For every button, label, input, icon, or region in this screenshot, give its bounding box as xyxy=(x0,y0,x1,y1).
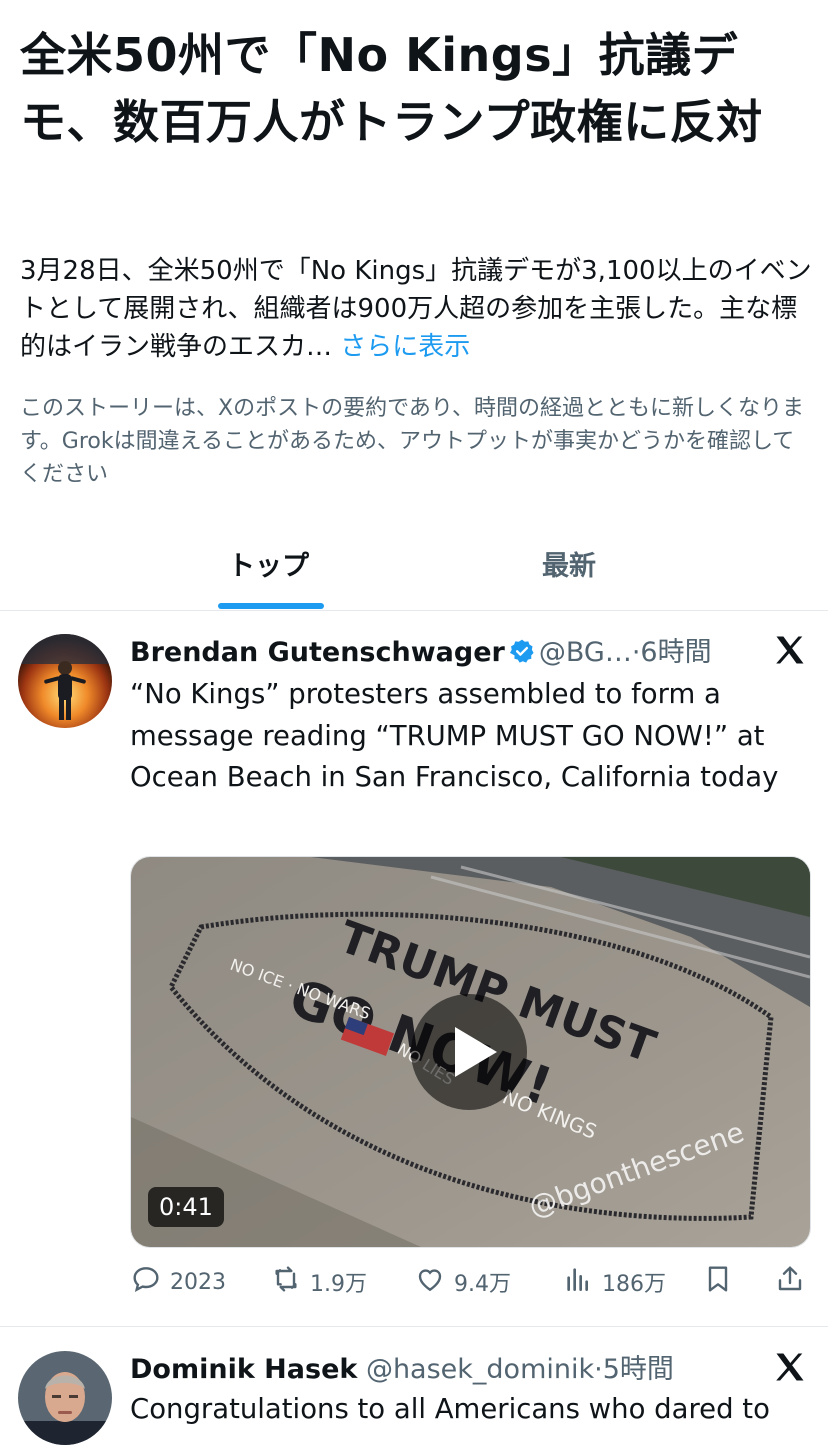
story-summary: 3月28日、全米50州で「No Kings」抗議デモが3,100以上のイベントと… xyxy=(20,252,820,366)
like-icon xyxy=(414,1263,446,1301)
x-logo-icon xyxy=(772,632,808,668)
avatar[interactable] xyxy=(18,634,112,728)
story-headline: 全米50州で「No Kings」抗議デモ、数百万人がトランプ政権に反対 xyxy=(20,28,763,149)
show-more-link[interactable]: さらに表示 xyxy=(340,332,470,362)
like-button[interactable]: 9.4万 xyxy=(414,1264,511,1300)
views-count: 186万 xyxy=(602,1272,666,1297)
views-button[interactable]: 186万 xyxy=(562,1264,666,1300)
repost-icon xyxy=(270,1263,302,1301)
author-handle[interactable]: @hasek_dominik xyxy=(366,1354,594,1385)
post-header: Dominik Hasek @hasek_dominik·5時間 xyxy=(130,1347,770,1387)
video-player[interactable]: TRUMP MUST GO NOW! NO ICE · NO WARS NO L… xyxy=(130,856,811,1248)
tab-bar: トップ 最新 xyxy=(0,520,828,611)
video-duration: 0:41 xyxy=(148,1187,224,1227)
post-text: Congratulations to all Americans who dar… xyxy=(130,1393,770,1425)
selected-tab-indicator xyxy=(218,603,324,609)
grok-disclaimer: このストーリーは、Xのポストの要約であり、時間の経過とともに新しくなります。Gr… xyxy=(20,396,804,487)
verified-badge-icon xyxy=(509,638,535,671)
repost-button[interactable]: 1.9万 xyxy=(270,1264,367,1300)
author-name[interactable]: Brendan Gutenschwager xyxy=(130,637,505,668)
avatar[interactable] xyxy=(18,1351,112,1445)
share-button[interactable] xyxy=(774,1264,806,1300)
share-icon xyxy=(774,1263,806,1301)
reply-icon xyxy=(130,1263,162,1301)
views-icon xyxy=(562,1263,594,1301)
post-header: Brendan Gutenschwager @BG…·6時間 xyxy=(130,630,770,670)
author-name[interactable]: Dominik Hasek xyxy=(130,1354,357,1385)
reply-button[interactable]: 2023 xyxy=(130,1264,226,1300)
post-card[interactable]: Brendan Gutenschwager @BG…·6時間 “No Kings”… xyxy=(0,612,828,1327)
bookmark-icon xyxy=(702,1263,734,1301)
reply-count: 2023 xyxy=(170,1269,226,1295)
post-time[interactable]: ·6時間 xyxy=(632,637,712,668)
like-count: 9.4万 xyxy=(454,1272,511,1297)
tab-latest[interactable]: 最新 xyxy=(542,544,596,583)
bookmark-button[interactable] xyxy=(702,1264,734,1300)
post-text: “No Kings” protesters assembled to form … xyxy=(130,678,779,793)
post-card[interactable]: Dominik Hasek @hasek_dominik·5時間 Congrat… xyxy=(0,1327,828,1445)
post-action-bar: 2023 1.9万 9.4万 186万 xyxy=(130,1264,810,1300)
play-icon[interactable] xyxy=(411,994,527,1110)
tab-top[interactable]: トップ xyxy=(228,544,309,583)
post-time[interactable]: ·5時間 xyxy=(594,1354,674,1385)
author-handle[interactable]: @BG… xyxy=(539,637,632,668)
x-logo-icon xyxy=(772,1349,808,1385)
repost-count: 1.9万 xyxy=(310,1272,367,1297)
